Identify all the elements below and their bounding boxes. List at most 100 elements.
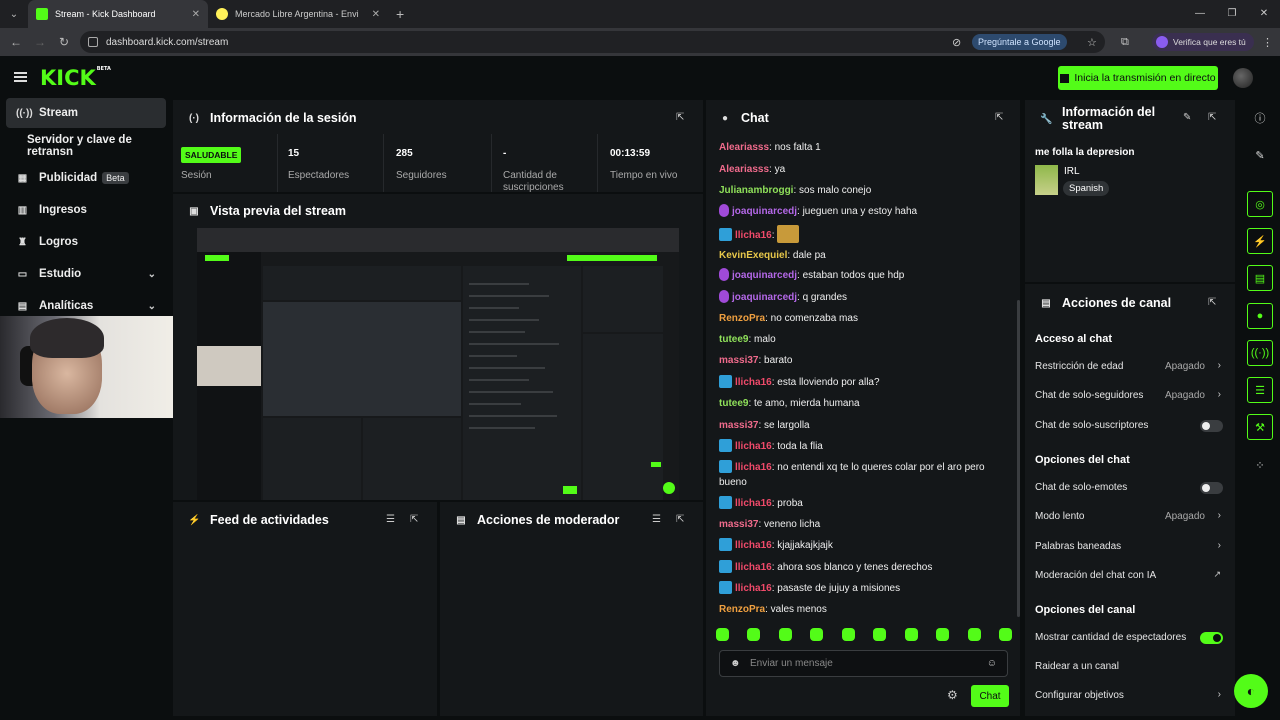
popout-icon[interactable]: ⇱ <box>1208 112 1216 123</box>
chat-bubble-icon[interactable]: ● <box>1247 303 1273 329</box>
restore-icon[interactable]: ❐ <box>1216 0 1248 28</box>
list-icon[interactable]: ☰ <box>1247 377 1273 403</box>
popout-icon[interactable]: ⇱ <box>676 112 684 123</box>
emote-icon[interactable] <box>716 628 729 641</box>
tab-kick-dashboard[interactable]: Stream - Kick Dashboard ✕ <box>28 0 208 28</box>
minimize-icon[interactable]: — <box>1184 0 1216 28</box>
close-tab-icon[interactable]: ✕ <box>372 9 380 20</box>
popout-icon[interactable]: ⇱ <box>995 112 1003 123</box>
chat-username[interactable]: massi37 <box>719 519 758 530</box>
close-window-icon[interactable]: ✕ <box>1248 0 1280 28</box>
sidebar-item-ingresos[interactable]: ▥ Ingresos <box>6 195 166 225</box>
edit-pencil-icon[interactable]: ✎ <box>1183 112 1191 123</box>
chat-username[interactable]: llicha16 <box>735 230 772 241</box>
forward-icon[interactable]: → <box>28 35 52 49</box>
age-restriction-row[interactable]: Restricción de edad Apagado › <box>1035 360 1223 375</box>
sidebar-item-publicidad[interactable]: ▦ Publicidad Beta <box>6 163 166 193</box>
chat-username[interactable]: RenzoPra <box>719 604 765 615</box>
slow-mode-row[interactable]: Modo lento Apagado › <box>1035 510 1223 525</box>
chat-username[interactable]: llicha16 <box>735 540 772 551</box>
chat-username[interactable]: llicha16 <box>735 462 772 473</box>
smiley-icon[interactable]: ☺ <box>987 658 997 669</box>
help-support-icon[interactable]: ◐ <box>1234 674 1268 708</box>
chat-username[interactable]: RenzoPra <box>719 313 765 324</box>
emotes-only-toggle[interactable] <box>1200 482 1223 494</box>
emote-icon[interactable] <box>967 628 981 641</box>
emote-icon[interactable] <box>841 628 855 641</box>
back-icon[interactable]: ← <box>4 35 28 49</box>
clipboard-icon[interactable]: ▤ <box>1247 265 1273 291</box>
extensions-icon[interactable]: ⧉ <box>1121 28 1129 56</box>
info-icon[interactable]: ⓘ <box>1247 105 1273 131</box>
show-viewers-toggle[interactable] <box>1200 632 1223 644</box>
popout-icon[interactable]: ⇱ <box>676 514 684 525</box>
emote-icon[interactable] <box>904 628 918 641</box>
target-icon[interactable]: ◎ <box>1247 191 1273 217</box>
filter-icon[interactable]: ☰ <box>386 514 395 525</box>
chevron-right-icon: › <box>1217 510 1221 521</box>
chat-username[interactable]: KevinExequiel <box>719 250 787 261</box>
chat-username[interactable]: Aleariasss <box>719 164 769 175</box>
chat-settings-gear-icon[interactable]: ⚙ <box>947 688 958 702</box>
eye-off-icon[interactable]: ⊘ <box>952 28 961 56</box>
subs-only-toggle[interactable] <box>1200 420 1223 432</box>
filter-icon[interactable]: ☰ <box>652 514 661 525</box>
emote-picker-icon[interactable]: ☻ <box>730 658 741 669</box>
emote-icon[interactable] <box>998 628 1012 641</box>
configure-goals-row[interactable]: Configurar objetivos › <box>1035 689 1223 704</box>
send-chat-button[interactable]: Chat <box>971 685 1009 707</box>
sidebar-item-stream[interactable]: ((·)) Stream <box>6 98 166 128</box>
chat-username[interactable]: llicha16 <box>735 441 772 452</box>
chat-username[interactable]: llicha16 <box>735 377 772 388</box>
go-live-button[interactable]: Inicia la transmisión en directo <box>1058 66 1218 90</box>
chat-username[interactable]: joaquinarcedj <box>732 292 797 303</box>
pencil-icon[interactable]: ✎ <box>1247 142 1273 168</box>
tab-mercado-libre[interactable]: Mercado Libre Argentina - Envi ✕ <box>208 0 388 28</box>
chat-username[interactable]: llicha16 <box>735 498 772 509</box>
banned-words-row[interactable]: Palabras baneadas › <box>1035 540 1223 555</box>
new-tab-icon[interactable]: + <box>396 6 404 22</box>
profile-verify-button[interactable]: Verifica que eres tú <box>1152 33 1254 51</box>
chat-scrollbar[interactable] <box>1017 300 1020 617</box>
chat-username[interactable]: joaquinarcedj <box>732 206 797 217</box>
sidebar-item-server-key[interactable]: Servidor y clave de retransn <box>17 131 177 161</box>
stream-info-title: 🔧 Información del stream <box>1040 106 1160 132</box>
emote-icon[interactable] <box>747 628 761 641</box>
kick-logo[interactable]: KICKBETA <box>40 66 111 90</box>
raid-channel-row[interactable]: Raidear a un canal <box>1035 661 1223 675</box>
emote-icon[interactable] <box>873 628 887 641</box>
browser-menu-icon[interactable]: ⋮ <box>1262 28 1273 56</box>
chat-username[interactable]: Julianambroggi <box>719 185 793 196</box>
stream-preview-video[interactable] <box>197 228 679 500</box>
bookmark-star-icon[interactable]: ☆ <box>1087 28 1097 56</box>
wrench-icon[interactable]: ⚒ <box>1247 414 1273 440</box>
broadcast-icon[interactable]: ((·)) <box>1247 340 1273 366</box>
ai-moderation-row[interactable]: Moderación del chat con IA ↗ <box>1035 569 1223 584</box>
emote-icon[interactable] <box>778 628 792 641</box>
reload-icon[interactable]: ↻ <box>52 35 76 49</box>
chat-username[interactable]: tutee9 <box>719 334 748 345</box>
chat-username[interactable]: llicha16 <box>735 583 772 594</box>
chat-username[interactable]: joaquinarcedj <box>732 270 797 281</box>
chat-username[interactable]: llicha16 <box>735 562 772 573</box>
chat-username[interactable]: tutee9 <box>719 398 748 409</box>
popout-icon[interactable]: ⇱ <box>410 514 418 525</box>
sidebar-item-estudio[interactable]: ▭ Estudio ⌄ <box>6 259 166 289</box>
emote-icon[interactable] <box>810 628 824 641</box>
site-info-icon[interactable] <box>88 37 98 47</box>
lightning-icon[interactable]: ⚡ <box>1247 228 1273 254</box>
emote-icon[interactable] <box>936 628 950 641</box>
sidebar-item-logros[interactable]: ♜ Logros <box>6 227 166 257</box>
close-tab-icon[interactable]: ✕ <box>192 9 200 20</box>
user-avatar[interactable] <box>1233 68 1253 88</box>
tab-search-icon[interactable]: ⌄ <box>0 0 28 28</box>
chat-username[interactable]: massi37 <box>719 420 758 431</box>
ask-google-button[interactable]: Pregúntale a Google <box>972 34 1067 50</box>
hamburger-menu-icon[interactable] <box>14 72 27 82</box>
chat-message-input[interactable]: ☻ Enviar un mensaje ☺ <box>719 650 1008 677</box>
layout-dots-icon[interactable]: ⁘ <box>1247 452 1273 478</box>
popout-icon[interactable]: ⇱ <box>1208 297 1216 308</box>
followers-only-row[interactable]: Chat de solo-seguidores Apagado › <box>1035 389 1223 404</box>
chat-username[interactable]: Aleariasss <box>719 142 769 153</box>
chat-username[interactable]: massi37 <box>719 355 758 366</box>
